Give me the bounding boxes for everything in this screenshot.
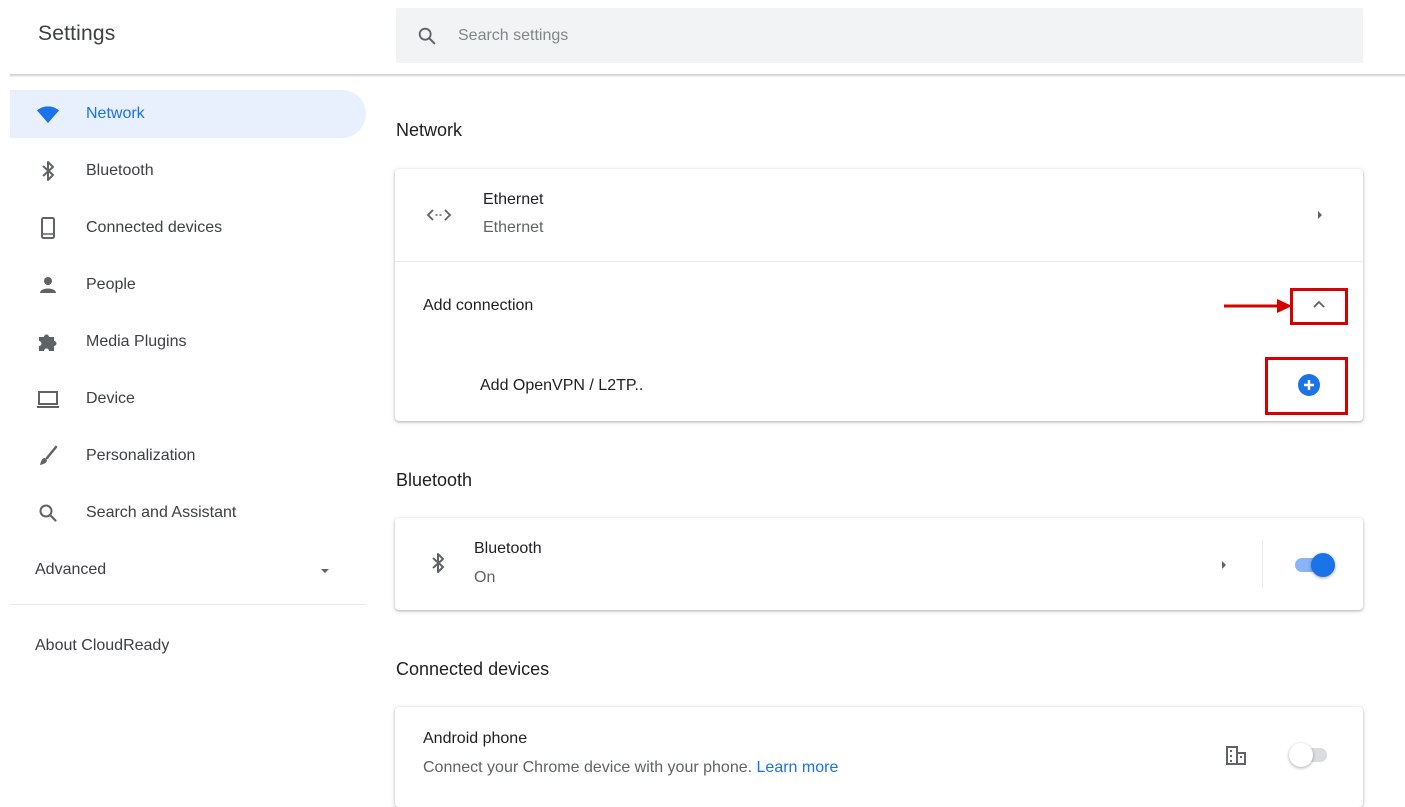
puzzle-icon [36,330,60,354]
phone-device-icon [36,216,60,240]
sidebar-item-search-assistant[interactable]: Search and Assistant [10,489,366,537]
brush-icon [36,444,60,468]
android-phone-title: Android phone [423,730,528,747]
bluetooth-icon [36,159,60,183]
sidebar-item-label: Media Plugins [86,333,187,350]
bluetooth-card: Bluetooth On [395,518,1363,610]
search-input[interactable] [456,25,1260,46]
connected-devices-section-title: Connected devices [396,659,550,679]
add-connection-label: Add connection [423,297,534,314]
sidebar-item-network[interactable]: Network [10,90,366,138]
sidebar-divider [10,604,366,605]
enterprise-icon [1225,744,1247,766]
vertical-divider [1262,540,1263,588]
bluetooth-icon [426,551,450,575]
advanced-label: Advanced [35,561,107,578]
network-section-title: Network [396,120,463,140]
android-phone-desc: Connect your Chrome device with your pho… [423,759,838,777]
add-vpn-row[interactable]: Add OpenVPN / L2TP.. [395,348,1363,421]
bluetooth-title: Bluetooth [474,540,542,557]
toggle-knob [1289,743,1313,767]
network-card: Ethernet Ethernet Add connection Add Ope… [395,169,1363,421]
about-label: About CloudReady [35,637,170,654]
chevron-right-icon[interactable] [1218,559,1230,571]
ethernet-title: Ethernet [483,191,544,208]
wifi-icon [36,102,60,126]
caret-down-icon [318,564,332,578]
sidebar: Network Bluetooth Connected devices Peop… [10,90,366,670]
sidebar-item-label: Personalization [86,447,196,464]
sidebar-item-personalization[interactable]: Personalization [10,432,366,480]
chevron-right-icon[interactable] [1314,209,1326,221]
bluetooth-section-title: Bluetooth [396,470,473,490]
sidebar-item-bluetooth[interactable]: Bluetooth [10,147,366,195]
android-phone-row[interactable]: Android phone Connect your Chrome device… [395,707,1195,807]
laptop-icon [36,387,60,411]
sidebar-item-people[interactable]: People [10,261,366,309]
bluetooth-status: On [474,569,496,586]
add-connection-row: Add connection [395,262,1363,348]
sidebar-item-label: Network [86,105,145,122]
sidebar-item-label: Device [86,390,135,407]
ethernet-row[interactable]: Ethernet Ethernet [395,169,1363,261]
sidebar-item-label: People [86,276,136,293]
sidebar-item-about[interactable]: About CloudReady [10,622,366,670]
ethernet-icon [426,204,452,226]
android-phone-toggle[interactable] [1289,743,1333,767]
search-icon [416,25,438,47]
sidebar-item-label: Search and Assistant [86,504,237,521]
app-title: Settings [38,22,116,45]
bluetooth-row[interactable]: Bluetooth On [395,518,1255,610]
advanced-toggle[interactable]: Advanced [10,546,366,594]
toggle-knob [1311,553,1335,577]
annotation-arrow [1224,299,1292,313]
sidebar-item-device[interactable]: Device [10,375,366,423]
add-vpn-label: Add OpenVPN / L2TP.. [480,377,644,394]
sidebar-item-connected-devices[interactable]: Connected devices [10,204,366,252]
learn-more-link[interactable]: Learn more [757,759,839,776]
search-box[interactable] [396,8,1363,63]
annotation-highlight-expand [1290,288,1348,325]
sidebar-item-label: Connected devices [86,219,223,236]
android-phone-desc-text: Connect your Chrome device with your pho… [423,759,753,776]
person-icon [36,273,60,297]
ethernet-subtitle: Ethernet [483,219,544,236]
connected-devices-card: Android phone Connect your Chrome device… [395,707,1363,807]
search-icon [36,501,60,525]
sidebar-item-label: Bluetooth [86,162,154,179]
sidebar-item-media-plugins[interactable]: Media Plugins [10,318,366,366]
bluetooth-toggle[interactable] [1295,553,1335,577]
annotation-highlight-add [1265,357,1348,415]
header-divider [10,74,1405,77]
